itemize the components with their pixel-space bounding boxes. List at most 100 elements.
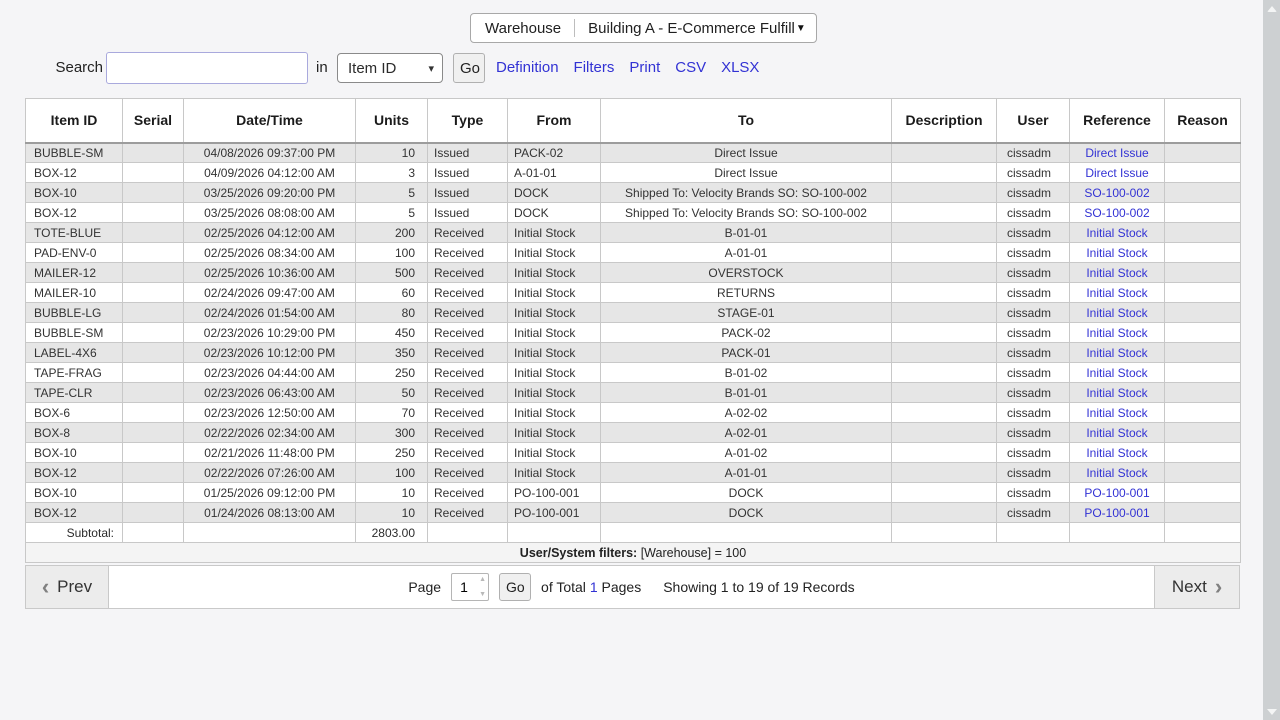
cell-datetime: 02/23/2026 10:29:00 PM <box>184 323 356 343</box>
spinner-up-icon[interactable]: ▲ <box>479 576 486 583</box>
reference-link[interactable]: Initial Stock <box>1086 426 1147 440</box>
reference-link[interactable]: Initial Stock <box>1086 326 1147 340</box>
cell-datetime: 02/25/2026 10:36:00 AM <box>184 263 356 283</box>
cell-reference: Initial Stock <box>1070 283 1165 303</box>
prev-page-button[interactable]: ‹ Prev <box>26 566 109 608</box>
cell-datetime: 02/23/2026 06:43:00 AM <box>184 383 356 403</box>
col-header-reason[interactable]: Reason <box>1165 99 1241 143</box>
cell-to: A-01-01 <box>601 463 892 483</box>
reference-link[interactable]: Direct Issue <box>1085 146 1148 160</box>
reference-link[interactable]: Initial Stock <box>1086 366 1147 380</box>
col-header-reference[interactable]: Reference <box>1070 99 1165 143</box>
cell-reference: Direct Issue <box>1070 143 1165 163</box>
cell-item-id: LABEL-4X6 <box>26 343 123 363</box>
col-header-datetime[interactable]: Date/Time <box>184 99 356 143</box>
filters-link[interactable]: Filters <box>574 59 615 76</box>
cell-reason <box>1165 203 1241 223</box>
subtotal-units: 2803.00 <box>356 523 428 543</box>
cell-user: cissadm <box>997 223 1070 243</box>
scrollbar-down-icon[interactable] <box>1263 703 1280 720</box>
cell-description <box>892 383 997 403</box>
cell-user: cissadm <box>997 503 1070 523</box>
cell-reason <box>1165 303 1241 323</box>
reference-link[interactable]: Initial Stock <box>1086 346 1147 360</box>
table-row: TAPE-FRAG02/23/2026 04:44:00 AM250Receiv… <box>26 363 1241 383</box>
window-scrollbar[interactable] <box>1263 0 1280 720</box>
table-row: BOX-1201/24/2026 08:13:00 AM10ReceivedPO… <box>26 503 1241 523</box>
search-go-button[interactable]: Go <box>453 53 485 83</box>
scrollbar-up-icon[interactable] <box>1263 0 1280 17</box>
csv-link[interactable]: CSV <box>675 59 706 76</box>
definition-link[interactable]: Definition <box>496 59 559 76</box>
reference-link[interactable]: PO-100-001 <box>1084 506 1149 520</box>
col-header-description[interactable]: Description <box>892 99 997 143</box>
warehouse-context-selector[interactable]: Warehouse Building A - E-Commerce Fulfil… <box>470 13 817 43</box>
reference-link[interactable]: Direct Issue <box>1085 166 1148 180</box>
cell-from: Initial Stock <box>508 303 601 323</box>
cell-from: Initial Stock <box>508 363 601 383</box>
page-spinners[interactable]: ▲ ▼ <box>479 576 486 598</box>
reference-link[interactable]: SO-100-002 <box>1084 206 1149 220</box>
table-row: BOX-602/23/2026 12:50:00 AM70ReceivedIni… <box>26 403 1241 423</box>
col-header-units[interactable]: Units <box>356 99 428 143</box>
cell-to: B-01-02 <box>601 363 892 383</box>
reference-link[interactable]: PO-100-001 <box>1084 486 1149 500</box>
reference-link[interactable]: Initial Stock <box>1086 466 1147 480</box>
cell-serial <box>123 343 184 363</box>
cell-item-id: PAD-ENV-0 <box>26 243 123 263</box>
page-go-button[interactable]: Go <box>499 573 531 601</box>
table-row: MAILER-1002/24/2026 09:47:00 AM60Receive… <box>26 283 1241 303</box>
cell-serial <box>123 463 184 483</box>
cell-reference: SO-100-002 <box>1070 203 1165 223</box>
reference-link[interactable]: Initial Stock <box>1086 266 1147 280</box>
filters-note-value: [Warehouse] = 100 <box>637 546 746 560</box>
reference-link[interactable]: Initial Stock <box>1086 246 1147 260</box>
next-page-button[interactable]: Next › <box>1154 566 1239 608</box>
col-header-user[interactable]: User <box>997 99 1070 143</box>
reference-link[interactable]: Initial Stock <box>1086 386 1147 400</box>
search-field-select[interactable]: Item ID ▾ <box>337 53 443 83</box>
cell-reason <box>1165 363 1241 383</box>
reference-link[interactable]: Initial Stock <box>1086 306 1147 320</box>
cell-type: Issued <box>428 183 508 203</box>
table-row: PAD-ENV-002/25/2026 08:34:00 AM100Receiv… <box>26 243 1241 263</box>
cell-description <box>892 163 997 183</box>
cell-datetime: 04/09/2026 04:12:00 AM <box>184 163 356 183</box>
cell-from: Initial Stock <box>508 403 601 423</box>
cell-datetime: 02/25/2026 08:34:00 AM <box>184 243 356 263</box>
total-pages-count[interactable]: 1 <box>590 579 598 595</box>
cell-units: 500 <box>356 263 428 283</box>
col-header-from[interactable]: From <box>508 99 601 143</box>
col-header-item-id[interactable]: Item ID <box>26 99 123 143</box>
col-header-serial[interactable]: Serial <box>123 99 184 143</box>
cell-item-id: BOX-12 <box>26 203 123 223</box>
cell-item-id: TOTE-BLUE <box>26 223 123 243</box>
cell-datetime: 02/23/2026 10:12:00 PM <box>184 343 356 363</box>
cell-reason <box>1165 383 1241 403</box>
cell-reference: Initial Stock <box>1070 463 1165 483</box>
cell-description <box>892 203 997 223</box>
cell-reference: Initial Stock <box>1070 303 1165 323</box>
reference-link[interactable]: Initial Stock <box>1086 286 1147 300</box>
cell-to: A-01-01 <box>601 243 892 263</box>
reference-link[interactable]: Initial Stock <box>1086 446 1147 460</box>
reference-link[interactable]: Initial Stock <box>1086 226 1147 240</box>
col-header-type[interactable]: Type <box>428 99 508 143</box>
table-row: BOX-1202/22/2026 07:26:00 AM100ReceivedI… <box>26 463 1241 483</box>
cell-units: 300 <box>356 423 428 443</box>
col-header-to[interactable]: To <box>601 99 892 143</box>
page-number-stepper[interactable]: ▲ ▼ <box>451 573 489 601</box>
reference-link[interactable]: Initial Stock <box>1086 406 1147 420</box>
print-link[interactable]: Print <box>629 59 660 76</box>
search-input[interactable] <box>106 52 308 84</box>
spinner-down-icon[interactable]: ▼ <box>479 591 486 598</box>
page-number-input[interactable] <box>452 579 476 595</box>
xlsx-link[interactable]: XLSX <box>721 59 759 76</box>
cell-reason <box>1165 163 1241 183</box>
cell-datetime: 03/25/2026 09:20:00 PM <box>184 183 356 203</box>
cell-item-id: BOX-10 <box>26 483 123 503</box>
reference-link[interactable]: SO-100-002 <box>1084 186 1149 200</box>
cell-item-id: BOX-12 <box>26 463 123 483</box>
cell-to: Direct Issue <box>601 163 892 183</box>
cell-serial <box>123 443 184 463</box>
